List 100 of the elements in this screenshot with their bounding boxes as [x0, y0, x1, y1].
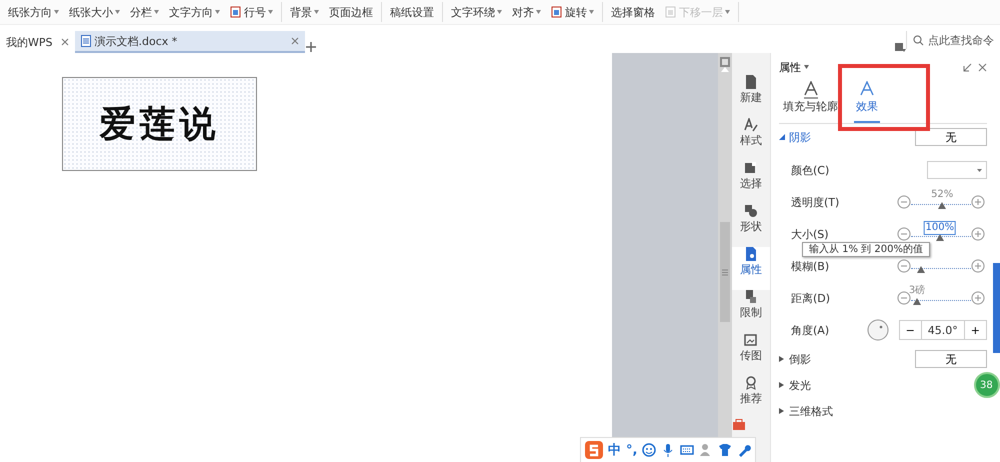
slider-thumb[interactable] [938, 202, 946, 209]
sidebar-item[interactable]: 选择 [732, 161, 770, 204]
toolbar-button[interactable]: 旋转 [549, 4, 596, 20]
toolbar-button[interactable]: 纸张方向 [6, 4, 61, 20]
microphone-icon[interactable] [661, 443, 676, 457]
toolbar-icon [551, 6, 563, 18]
panel-title[interactable]: 属性 [779, 60, 809, 74]
wrench-icon[interactable] [737, 443, 752, 457]
toolbar-icon [665, 6, 677, 18]
toolbox-icon[interactable] [732, 419, 746, 431]
sidebar-item[interactable]: 传图 [732, 333, 770, 376]
toolbar-button[interactable]: 页面边框 [327, 4, 375, 20]
plus-icon[interactable] [971, 195, 985, 209]
input-method-logo[interactable] [585, 441, 603, 459]
section-header[interactable]: 倒影 [779, 352, 811, 366]
angle-value[interactable]: 45.0° [920, 321, 965, 339]
field-label: 距离(D) [791, 290, 832, 306]
sidebar-item[interactable]: 推荐 [732, 376, 770, 419]
image-icon [744, 333, 758, 347]
plus-icon[interactable] [971, 259, 985, 273]
ime-toggle[interactable]: 中 [608, 441, 621, 459]
caret-icon [725, 10, 730, 14]
minus-icon[interactable] [897, 195, 911, 209]
slider-thumb[interactable] [913, 298, 921, 305]
sidebar-item[interactable]: 新建 [732, 75, 770, 118]
sidebar-item[interactable]: 属性 [732, 247, 770, 290]
collapsed-icon [779, 382, 785, 388]
preset-button[interactable]: 无 [915, 350, 987, 368]
caret-icon [804, 65, 809, 69]
layout-icon[interactable] [720, 57, 730, 67]
caret-icon [154, 10, 159, 14]
field-label: 颜色(C) [791, 162, 830, 178]
sidebar-item[interactable]: 形状 [732, 204, 770, 247]
angle-stepper[interactable]: − 45.0° + [898, 320, 987, 340]
color-dropdown[interactable] [927, 161, 987, 179]
lock-document-icon [744, 290, 758, 304]
collapsed-icon [779, 408, 785, 414]
document-icon [744, 75, 758, 89]
document-tab[interactable]: 我的WPS [0, 31, 74, 53]
toolbar-button[interactable]: 纸张大小 [67, 4, 122, 20]
ribbon-icon [744, 376, 758, 390]
minus-icon[interactable] [897, 259, 911, 273]
section-header[interactable]: 发光 [779, 378, 811, 392]
slider[interactable]: 52% [911, 189, 971, 215]
toolbar-icon [230, 6, 242, 18]
value-input[interactable]: 100% [924, 221, 956, 235]
plus-icon[interactable] [971, 291, 985, 305]
caret-icon [314, 10, 319, 14]
text-box[interactable]: 爱莲说 [62, 77, 257, 171]
shirt-icon[interactable] [718, 443, 732, 457]
smiley-icon[interactable] [642, 443, 656, 457]
field-label: 透明度(T) [791, 194, 840, 210]
plus-icon[interactable] [971, 227, 985, 241]
angle-dial[interactable] [866, 319, 889, 341]
toolbar-button[interactable]: 稿纸设置 [388, 4, 436, 20]
document-tab[interactable]: 演示文档.docx * [74, 31, 304, 53]
collapse-icon[interactable] [963, 62, 972, 72]
toolbar-button[interactable]: 选择窗格 [609, 4, 657, 20]
caret-icon [536, 10, 541, 14]
minus-icon[interactable] [897, 227, 911, 241]
letter-a-icon [802, 81, 818, 99]
toolbar-button[interactable]: 对齐 [510, 4, 543, 20]
expanded-icon [779, 134, 785, 140]
slider-thumb[interactable] [917, 266, 926, 273]
scrollbar-thumb[interactable] [720, 222, 730, 322]
section-header[interactable]: 三维格式 [779, 404, 833, 418]
toolbar-button[interactable]: 分栏 [128, 4, 161, 20]
slider-value: 52% [931, 189, 954, 201]
keyboard-icon[interactable] [680, 443, 694, 457]
toolbar-button[interactable]: 行号 [228, 4, 275, 20]
caret-icon [215, 10, 220, 14]
tooltip: 输入从 1% 到 200%的值 [802, 242, 930, 257]
close-icon[interactable] [290, 37, 298, 45]
add-tab-icon[interactable] [304, 41, 316, 53]
search-field[interactable]: 点此查找命令 [906, 31, 1000, 49]
field-label: 模糊(B) [791, 258, 830, 274]
sidebar-item[interactable]: 限制 [732, 290, 770, 333]
toolbar-button[interactable]: 文字方向 [167, 4, 222, 20]
caret-icon [977, 168, 982, 172]
close-icon[interactable] [60, 38, 68, 46]
shapes-icon [744, 204, 758, 218]
slider[interactable]: 3磅 [911, 285, 971, 311]
caret-icon [268, 10, 273, 14]
minus-icon[interactable] [897, 291, 911, 305]
panel-tab[interactable]: 填充与轮廓 [781, 81, 840, 123]
panel-tab[interactable]: 效果 [854, 81, 880, 123]
grip-icon [722, 268, 728, 276]
document-icon [80, 35, 90, 47]
caret-icon [497, 10, 502, 14]
toolbar-button[interactable]: 背景 [288, 4, 321, 20]
toolbar-button[interactable]: 文字环绕 [449, 4, 504, 20]
properties-icon [744, 247, 758, 261]
select-icon [744, 161, 758, 175]
caret-icon [589, 10, 594, 14]
ime-toggle[interactable]: °, [626, 442, 638, 458]
caret-icon [54, 10, 59, 14]
preset-button[interactable]: 无 [915, 128, 987, 146]
close-icon[interactable] [978, 62, 987, 72]
section-header[interactable]: 阴影 [779, 130, 811, 144]
sidebar-item[interactable]: 样式 [732, 118, 770, 161]
